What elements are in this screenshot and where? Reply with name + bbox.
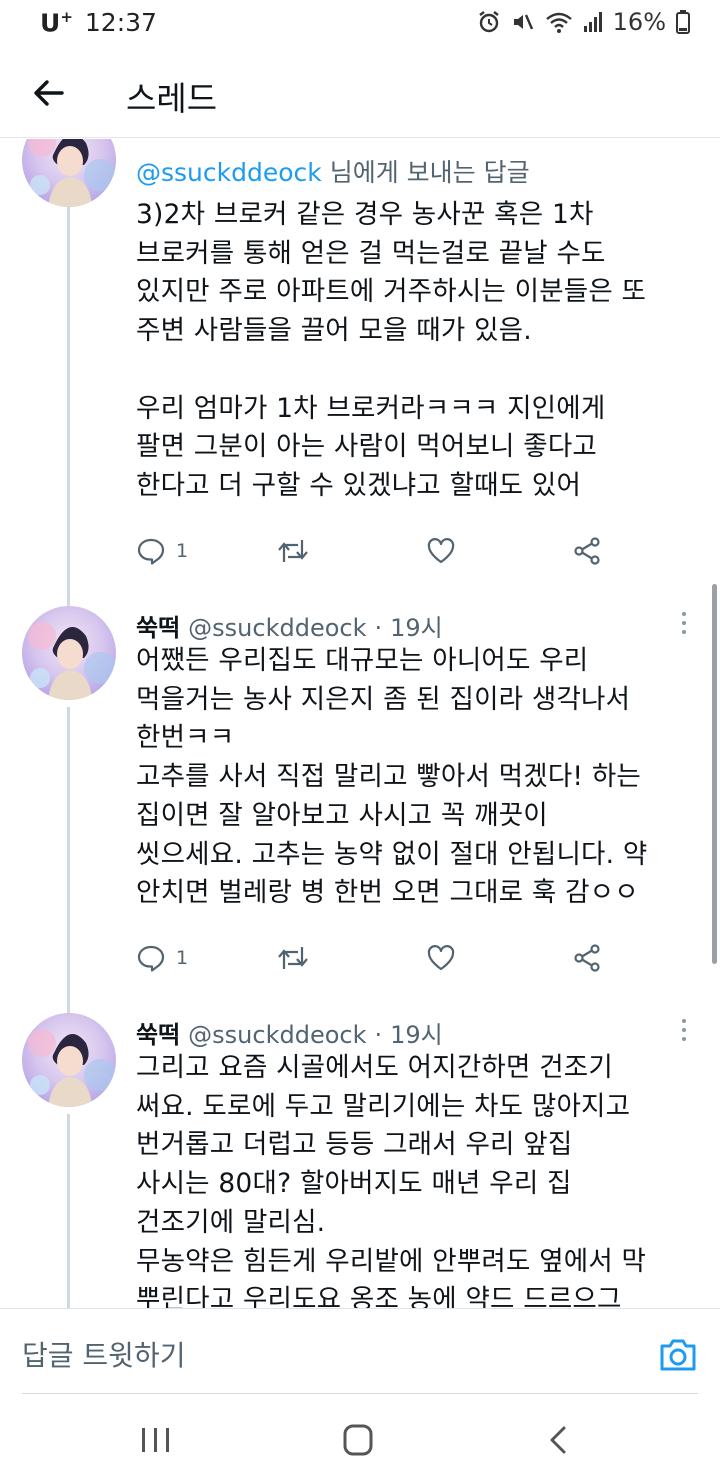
separator-dot: · <box>374 1021 383 1049</box>
system-nav-bar <box>0 1400 720 1480</box>
camera-icon[interactable] <box>656 1333 700 1377</box>
clock: 12:37 <box>84 8 157 38</box>
tweet-time: 19시 <box>390 614 443 642</box>
home-icon[interactable] <box>338 1422 378 1458</box>
user-handle[interactable]: @ssuckddeock <box>188 1021 366 1049</box>
tweet[interactable]: 쑥떡 @ssuckddeock · 19시 그리고 요즘 시골에서도 어지간하면… <box>0 1006 720 1308</box>
page-title: 스레드 <box>126 79 218 118</box>
like-button[interactable] <box>426 534 456 568</box>
tweet-text: 3)2차 브로커 같은 경우 농사꾼 혹은 1차 브로커를 통해 얻은 걸 먹는… <box>136 199 647 501</box>
status-left: U+ 12:37 <box>40 8 157 37</box>
separator-dot: · <box>374 614 383 642</box>
tweet-time: 19시 <box>390 1021 443 1049</box>
retweet-icon <box>278 540 308 562</box>
retweet-icon <box>278 947 308 969</box>
display-name[interactable]: 쑥떡 <box>136 608 180 643</box>
retweet-button[interactable] <box>276 534 310 568</box>
retweet-button[interactable] <box>276 941 310 975</box>
avatar[interactable] <box>22 139 116 207</box>
wifi-icon <box>545 12 572 33</box>
share-button[interactable] <box>572 941 602 975</box>
alarm-icon <box>478 11 499 33</box>
back-icon[interactable] <box>540 1422 580 1458</box>
tweet-actions: 1 <box>136 941 616 975</box>
share-button[interactable] <box>572 534 602 568</box>
share-icon <box>574 944 600 972</box>
battery-icon <box>676 10 690 34</box>
status-bar: U+ 12:37 16% <box>0 0 720 48</box>
reply-icon <box>137 945 165 972</box>
tweet-header: 쑥떡 @ssuckddeock · 19시 <box>136 1015 443 1050</box>
carrier-text: U <box>40 8 61 38</box>
tweet-header: 쑥떡 @ssuckddeock · 19시 <box>136 608 443 643</box>
reply-count: 1 <box>176 540 189 562</box>
user-handle[interactable]: @ssuckddeock <box>188 614 366 642</box>
battery-percent: 16% <box>612 8 666 36</box>
carrier-label: U+ <box>40 8 73 37</box>
tweet[interactable]: @ssuckddeock 님에게 보내는 답글 3)2차 브로커 같은 경우 농… <box>0 139 720 599</box>
thread-list[interactable]: @ssuckddeock 님에게 보내는 답글 3)2차 브로커 같은 경우 농… <box>0 139 720 1308</box>
heart-icon <box>427 538 455 564</box>
status-right: 16% <box>477 8 690 36</box>
mention-link[interactable]: @ssuckddeock <box>136 158 322 187</box>
tweet-text: 그리고 요즘 시골에서도 어지간하면 건조기 써요. 도로에 두고 말리기에는 … <box>136 1052 647 1308</box>
avatar[interactable] <box>22 1013 116 1107</box>
more-options-icon[interactable] <box>676 609 692 637</box>
reply-count: 1 <box>176 947 189 969</box>
reply-to-suffix: 님에게 보내는 답글 <box>329 158 530 187</box>
share-icon <box>574 537 600 565</box>
like-button[interactable] <box>426 941 456 975</box>
reply-to-line: @ssuckddeock 님에게 보내는 답글 <box>136 153 530 189</box>
reply-composer <box>0 1308 720 1400</box>
avatar[interactable] <box>22 606 116 700</box>
reply-input[interactable] <box>22 1333 632 1377</box>
more-options-icon[interactable] <box>676 1016 692 1044</box>
reply-button[interactable]: 1 <box>136 941 188 975</box>
scrollbar[interactable] <box>712 584 717 964</box>
tweet-text: 어쨌든 우리집도 대규모는 아니어도 우리 먹을거는 농사 지은지 좀 된 집이… <box>136 645 648 909</box>
reply-icon <box>137 538 165 565</box>
display-name[interactable]: 쑥떡 <box>136 1015 180 1050</box>
tweet-actions: 1 <box>136 534 616 568</box>
composer-divider <box>22 1393 698 1394</box>
app-header: 스레드 <box>0 48 720 138</box>
carrier-plus: + <box>60 8 73 26</box>
back-arrow-icon[interactable] <box>28 72 70 114</box>
recent-apps-icon[interactable] <box>136 1422 176 1458</box>
reply-button[interactable]: 1 <box>136 534 188 568</box>
mute-icon <box>513 14 533 30</box>
heart-icon <box>427 945 455 971</box>
signal-icon <box>583 12 602 32</box>
tweet[interactable]: 쑥떡 @ssuckddeock · 19시 어쨌든 우리집도 대규모는 아니어도… <box>0 599 720 1004</box>
